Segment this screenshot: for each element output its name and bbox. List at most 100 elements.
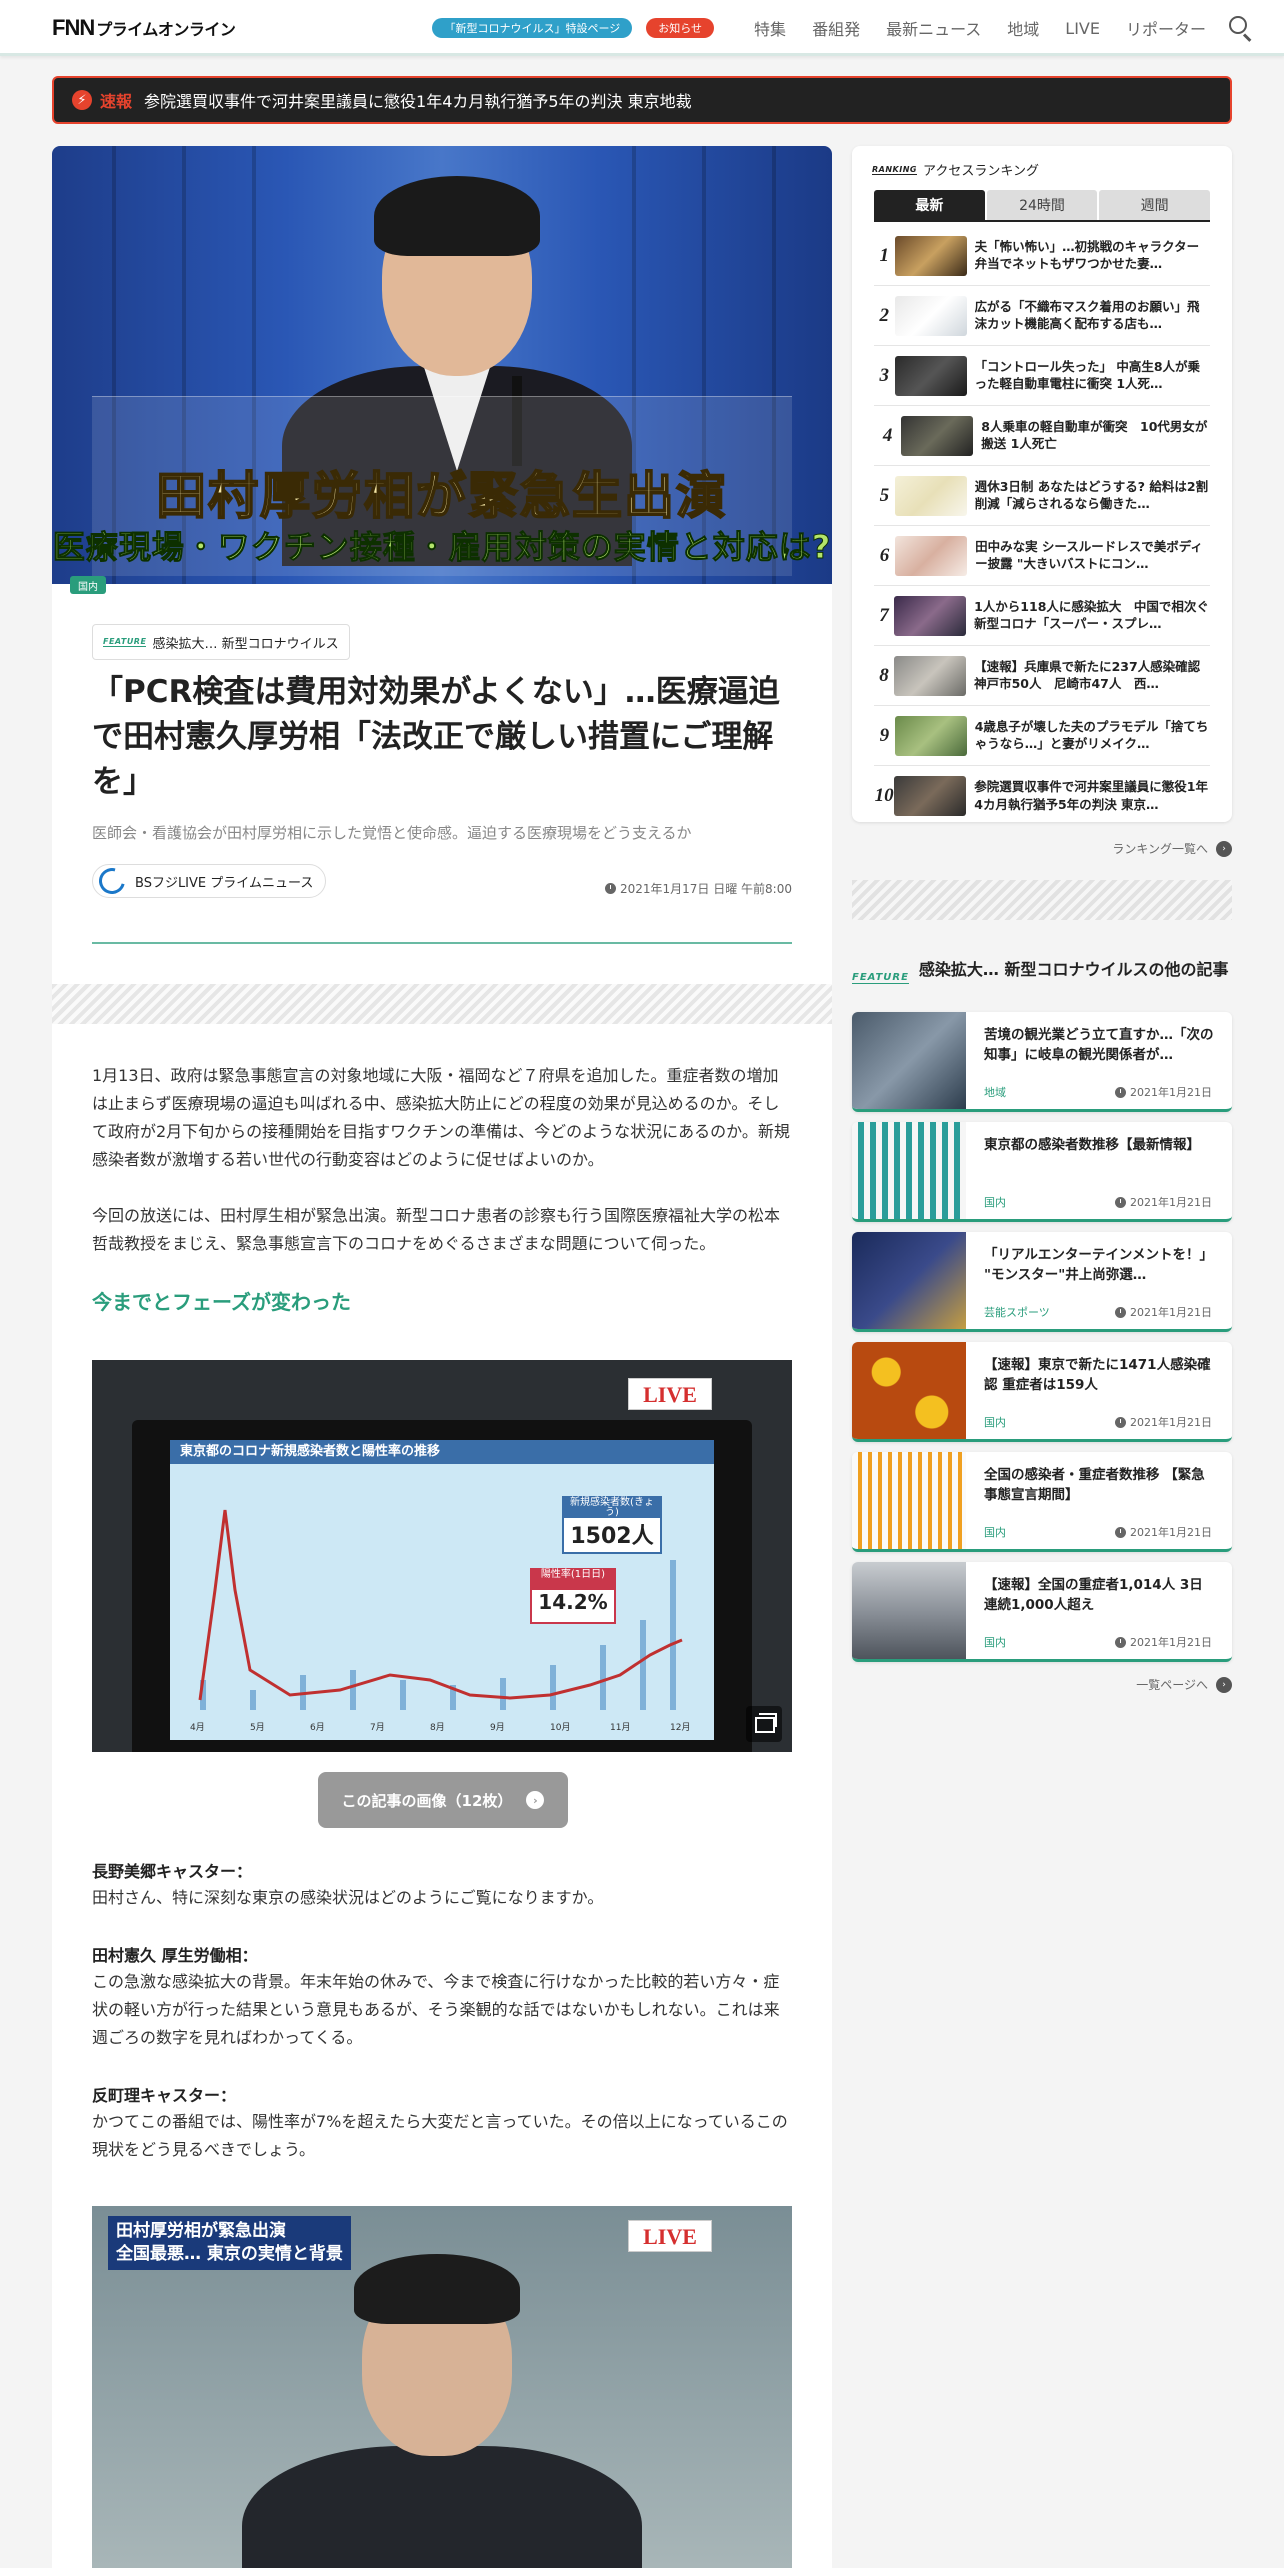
hero-image[interactable]: 田村厚労相が緊急生出演 医療現場・ワクチン接種・雇用対策の実情と対応は? — [52, 146, 832, 584]
new-cases-value: 1502人 — [570, 1524, 654, 1549]
clock-icon — [1115, 1086, 1126, 1098]
source-badge[interactable]: BSフジLIVE プライムニュース — [92, 863, 327, 899]
rank-number: 2 — [879, 304, 890, 326]
ranking-item[interactable]: 4 8人乗車の軽自動車が衝突 10代男女が搬送 1人死亡 — [874, 406, 1210, 466]
feature-more-link[interactable]: 一覧ページへ › — [1136, 1676, 1232, 1693]
speaker-1-text: 田村さん、特に深刻な東京の感染状況はどのようにご覧になりますか。 — [92, 1888, 604, 1907]
svg-text:10月: 10月 — [550, 1722, 570, 1733]
feature-card-category: 国内 — [984, 1196, 1006, 1209]
gallery-icon[interactable] — [746, 1706, 782, 1742]
ranking-more-link[interactable]: ランキング一覧へ › — [1112, 840, 1232, 857]
feature-card-date: 2021年1月21日 — [1115, 1084, 1212, 1100]
svg-text:6月: 6月 — [310, 1722, 325, 1733]
nav-reporter[interactable]: リポーター — [1126, 16, 1206, 40]
live-badge: LIVE — [628, 1378, 712, 1410]
rank-title: 田中みな実 シースルードレスで美ボディー披露 "大きいバストにコン… — [975, 538, 1203, 572]
covid-special-link[interactable]: 「新型コロナウイルス」特設ページ — [432, 18, 633, 38]
feature-thumbnail — [852, 1232, 966, 1329]
feature-card[interactable]: 【速報】東京で新たに1471人感染確認 重症者は159人 国内 2021年1月2… — [852, 1342, 1232, 1442]
svg-text:8月: 8月 — [430, 1722, 445, 1733]
positivity-box: 陽性率(1日日) 14.2% — [530, 1568, 616, 1624]
nav-latest-news[interactable]: 最新ニュース — [886, 16, 981, 40]
site-header: FNN プライムオンライン 「新型コロナウイルス」特設ページ お知らせ 特集 番… — [0, 0, 1284, 56]
feature-card[interactable]: 全国の感染者・重症者数推移 【緊急事態宣言期間】 国内 2021年1月21日 — [852, 1452, 1232, 1552]
date-text: 2021年1月21日 — [1130, 1636, 1212, 1649]
category-badge[interactable]: 国内 — [70, 576, 106, 594]
feature-card-category: 地域 — [984, 1086, 1006, 1099]
feature-tag[interactable]: FEATURE 感染拡大… 新型コロナウイルス — [92, 624, 350, 660]
rank-number: 6 — [879, 544, 890, 566]
feature-card-date: 2021年1月21日 — [1115, 1194, 1212, 1210]
site-logo[interactable]: FNN プライムオンライン — [52, 15, 236, 40]
rank-title: 参院選買収事件で河井案里議員に懲役1年4カ月執行猶予5年の判決 東京… — [974, 779, 1208, 812]
article-image-1[interactable]: 4月 5月 6月 7月 8月 9月 10月 11月 12月 東京都のコロナ新規感染者数と陽性率… — [92, 1360, 792, 1752]
ranking-item[interactable]: 5 週休3日制 あなたはどうする? 給料は2割削減「減らされるなら働きた… — [874, 466, 1210, 526]
ranking-item[interactable]: 10 参院選買収事件で河井案里議員に懲役1年4カ月執行猶予5年の判決 東京… — [874, 766, 1210, 826]
ranking-title: アクセスランキング — [922, 164, 1039, 179]
notice-link[interactable]: お知らせ — [646, 18, 715, 38]
breaking-news-bar[interactable]: ⚡ 速報 参院選買収事件で河井案里議員に懲役1年4カ月執行猶予5年の判決 東京地… — [52, 76, 1232, 124]
ranking-item[interactable]: 3 「コントロール失った」 中高生8人が乗った軽自動車電柱に衝突 1人死… — [874, 346, 1210, 406]
rank-title: 8人乗車の軽自動車が衝突 10代男女が搬送 1人死亡 — [981, 418, 1208, 452]
tab-24h[interactable]: 24時間 — [986, 190, 1098, 220]
feature-name: 感染拡大… 新型コロナウイルス — [152, 636, 339, 652]
image-gallery-button[interactable]: この記事の画像（12枚） › — [318, 1772, 568, 1828]
rank-title: 1人から118人に感染拡大 中国で相次ぐ新型コロナ「スーパー・スプレ… — [974, 598, 1209, 632]
search-icon[interactable] — [1228, 15, 1254, 42]
feature-mark: FEATURE — [103, 637, 147, 647]
feature-card[interactable]: 【速報】全国の重症者1,014人 3日連続1,000人超え 国内 2021年1月… — [852, 1562, 1232, 1662]
rank-title: 夫「怖い怖い」…初挑戦のキャラクター弁当でネットもザワつかせた妻… — [974, 238, 1200, 272]
image-2-caption-line-2: 全国最悪… 東京の実情と背景 — [116, 2243, 343, 2264]
rank-title: 4歳息子が壊した夫のプラモデル「捨てちゃうなら…」と妻がリメイク… — [974, 718, 1209, 752]
clock-icon — [1115, 1416, 1126, 1428]
new-cases-box: 新規感染者数(きょう) 1502人 — [562, 1496, 662, 1554]
body-paragraph-1: 1月13日、政府は緊急事態宣言の対象地域に大阪・福岡など７府県を追加した。重症者… — [92, 1066, 790, 1169]
tab-weekly[interactable]: 週間 — [1099, 190, 1211, 220]
ranking-item[interactable]: 6 田中みな実 シースルードレスで美ボディー披露 "大きいバストにコン… — [874, 526, 1210, 586]
rank-number: 8 — [879, 664, 889, 686]
nav-live[interactable]: LIVE — [1065, 19, 1100, 38]
nav-region[interactable]: 地域 — [1007, 16, 1039, 40]
feature-card-title: 東京都の感染者数推移【最新情報】 — [984, 1137, 1200, 1153]
new-cases-label: 新規感染者数(きょう) — [564, 1498, 660, 1518]
nav-programs[interactable]: 番組発 — [812, 16, 860, 40]
ad-placeholder — [52, 984, 832, 1024]
article-title: 「PCR検査は費用対効果がよくない」…医療逼迫で田村憲久厚労相「法改正で厳しい措… — [92, 674, 780, 800]
rank-number: 9 — [879, 724, 890, 746]
tab-latest[interactable]: 最新 — [874, 190, 985, 220]
speaker-3: 反町理キャスター： — [92, 2086, 237, 2105]
chart-svg: 4月 5月 6月 7月 8月 9月 10月 11月 12月 — [190, 1509, 690, 1733]
feature-card[interactable]: 東京都の感染者数推移【最新情報】 国内 2021年1月21日 — [852, 1122, 1232, 1222]
rank-thumbnail — [894, 776, 967, 816]
rank-thumbnail — [894, 655, 967, 696]
feature-card[interactable]: 「リアルエンターテインメントを！」 "モンスター"井上尚弥選… 芸能スポーツ 2… — [852, 1232, 1232, 1332]
gallery-button-label: この記事の画像（12枚） — [341, 1791, 513, 1810]
bsfuji-logo-icon — [94, 863, 130, 899]
ranking-mark: RANKING — [872, 164, 917, 175]
ranking-item[interactable]: 8 【速報】兵庫県で新たに237人感染確認 神戸市50人 尼崎市47人 西… — [874, 646, 1210, 706]
rank-thumbnail — [894, 355, 967, 396]
nav-features[interactable]: 特集 — [754, 16, 786, 40]
ranking-card: RANKING アクセスランキング 最新 24時間 週間 1 夫「怖い怖い」…初… — [852, 146, 1232, 822]
feature-card-date: 2021年1月21日 — [1115, 1524, 1212, 1540]
ranking-header: RANKING アクセスランキング — [872, 160, 1039, 179]
rank-thumbnail — [894, 235, 967, 276]
ranking-item[interactable]: 7 1人から118人に感染拡大 中国で相次ぐ新型コロナ「スーパー・スプレ… — [874, 586, 1210, 646]
feature-card-title: 【速報】東京で新たに1471人感染確認 重症者は159人 — [984, 1357, 1211, 1393]
clock-icon — [1115, 1196, 1126, 1208]
svg-text:7月: 7月 — [370, 1722, 385, 1733]
ranking-item[interactable]: 1 夫「怖い怖い」…初挑戦のキャラクター弁当でネットもザワつかせた妻… — [874, 226, 1210, 286]
ranking-item[interactable]: 2 広がる「不織布マスク着用のお願い」飛沫カット機能高く配布する店も… — [874, 286, 1210, 346]
feature-thumbnail — [852, 1452, 966, 1549]
feature-card-title: 【速報】全国の重症者1,014人 3日連続1,000人超え — [984, 1577, 1203, 1613]
clock-icon — [604, 883, 616, 894]
feature-card[interactable]: 苦境の観光業どう立て直すか…「次の知事」に岐阜の観光関係者が… 地域 2021年… — [852, 1012, 1232, 1112]
rank-thumbnail — [901, 415, 974, 456]
ranking-item[interactable]: 9 4歳息子が壊した夫のプラモデル「捨てちゃうなら…」と妻がリメイク… — [874, 706, 1210, 766]
divider — [92, 942, 792, 944]
article-image-2[interactable]: 田村厚労相が緊急出演 全国最悪… 東京の実情と背景 LIVE — [92, 2206, 792, 2568]
hero-caption-main: 田村厚労相が緊急生出演 — [155, 466, 728, 526]
svg-text:11月: 11月 — [610, 1722, 630, 1733]
speaker-2: 田村憲久 厚生労働相： — [92, 1946, 258, 1965]
speaker-2-text: この急激な感染拡大の背景。年末年始の休みで、今まで検査に行けなかった比較的若い方… — [92, 1972, 780, 2047]
